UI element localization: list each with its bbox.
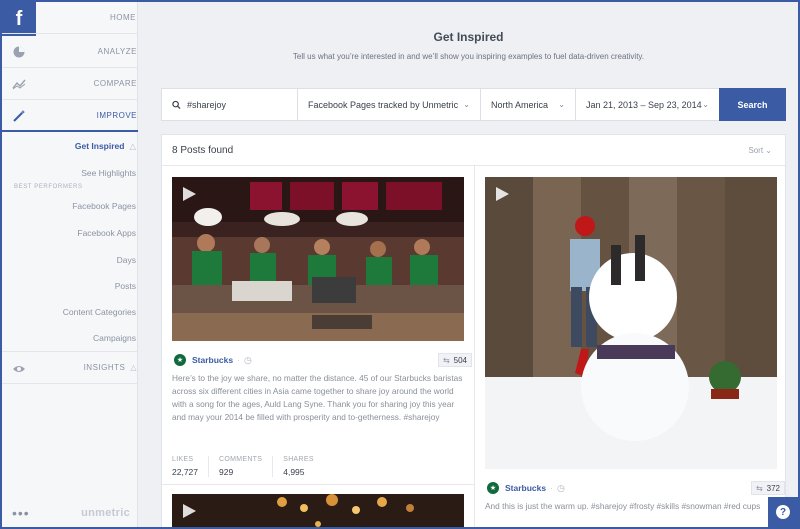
post-divider xyxy=(162,484,474,485)
snowman-image xyxy=(485,177,777,469)
sidebar: f HOME ANALYZE COMPARE IMPROVE Get Inspi… xyxy=(2,2,138,527)
play-icon[interactable] xyxy=(180,185,198,203)
stat-shares: SHARES 4,995 xyxy=(283,456,324,477)
shares-badge: ⇆ 504 xyxy=(437,353,472,367)
stat-label: COMMENTS xyxy=(219,456,263,463)
stat-value: 4,995 xyxy=(283,467,305,477)
search-icon xyxy=(172,100,181,109)
share-arrows-icon: ⇆ xyxy=(755,483,763,493)
chevron-down-icon: ⌄ xyxy=(702,100,709,109)
stat-likes: LIKES 22,727 xyxy=(172,456,209,477)
stat-value: 929 xyxy=(219,467,234,477)
user-icon: △ xyxy=(130,363,137,372)
sidebar-item-get-inspired[interactable]: Get Inspired △ xyxy=(75,141,136,152)
magic-wand-icon xyxy=(13,110,26,122)
pie-chart-icon xyxy=(13,46,25,58)
stat-value: 22,727 xyxy=(172,467,198,477)
more-menu-icon[interactable]: ••• xyxy=(12,505,30,521)
nav-improve-label: IMPROVE xyxy=(96,110,137,120)
results-panel: 8 Posts found Sort ⌄ ★ Starbucks · ◷ ⇆ 5… xyxy=(161,134,786,527)
clock-icon: ◷ xyxy=(243,354,252,365)
sort-label: Sort xyxy=(748,145,764,155)
search-input[interactable] xyxy=(187,99,287,110)
nav-home[interactable]: HOME xyxy=(2,2,138,34)
shares-badge-count: 504 xyxy=(453,355,467,365)
share-arrows-icon: ⇆ xyxy=(442,355,450,365)
chevron-down-icon: ⌄ xyxy=(765,145,772,155)
nav-analyze[interactable]: ANALYZE xyxy=(2,36,138,68)
chevron-down-icon: ⌄ xyxy=(558,100,565,109)
post-video-thumbnail[interactable] xyxy=(172,177,464,341)
sort-dropdown[interactable]: Sort ⌄ xyxy=(748,146,772,155)
shares-badge: ⇆ 372 xyxy=(750,481,785,495)
sidebar-item-content-categories[interactable]: Content Categories xyxy=(63,307,136,317)
sidebar-item-see-highlights[interactable]: See Highlights xyxy=(81,168,136,178)
date-range-dropdown[interactable]: Jan 21, 2013 – Sep 23, 2014 ⌄ xyxy=(576,89,720,120)
pages-filter-value: Facebook Pages tracked by Unmetric xyxy=(308,99,459,110)
chevron-down-icon: ⌄ xyxy=(463,100,470,109)
sidebar-item-campaigns[interactable]: Campaigns xyxy=(93,333,136,343)
shares-badge-count: 372 xyxy=(766,483,780,493)
sidebar-item-facebook-apps[interactable]: Facebook Apps xyxy=(77,228,136,238)
stat-comments: COMMENTS 929 xyxy=(219,456,274,477)
separator-dot: · xyxy=(237,355,240,365)
post-text: Here’s to the joy we share, no matter th… xyxy=(172,373,463,422)
results-header: 8 Posts found Sort ⌄ xyxy=(162,135,785,166)
post-text: And this is just the warm up. #sharejoy … xyxy=(485,501,761,511)
starbucks-avatar[interactable]: ★ xyxy=(487,482,499,494)
post-video-thumbnail[interactable] xyxy=(172,494,464,527)
post-author: ★ Starbucks · ◷ xyxy=(174,354,252,366)
starbucks-avatar[interactable]: ★ xyxy=(174,354,186,366)
sidebar-item-facebook-pages[interactable]: Facebook Pages xyxy=(72,201,136,211)
pages-filter-dropdown[interactable]: Facebook Pages tracked by Unmetric ⌄ xyxy=(298,89,481,120)
line-chart-icon xyxy=(12,79,26,90)
post-video-thumbnail[interactable] xyxy=(485,177,777,469)
nav-analyze-label: ANALYZE xyxy=(97,47,137,56)
page-subtitle: Tell us what you’re interested in and we… xyxy=(292,52,645,61)
stat-label: SHARES xyxy=(283,456,314,463)
play-icon[interactable] xyxy=(493,185,511,203)
search-button[interactable]: Search xyxy=(719,88,786,121)
app-frame: f HOME ANALYZE COMPARE IMPROVE Get Inspi… xyxy=(2,2,798,527)
get-inspired-label: Get Inspired xyxy=(74,141,125,151)
bokeh-lights-image xyxy=(172,494,464,527)
region-value: North America xyxy=(491,99,549,110)
sidebar-item-posts[interactable]: Posts xyxy=(115,281,136,291)
author-name[interactable]: Starbucks xyxy=(192,355,233,365)
nav-compare[interactable]: COMPARE xyxy=(2,68,138,100)
nav-home-label: HOME xyxy=(110,13,136,22)
starbucks-baristas-image xyxy=(172,177,464,341)
search-bar: Facebook Pages tracked by Unmetric ⌄ Nor… xyxy=(161,88,786,121)
main-content: Get Inspired Tell us what you’re interes… xyxy=(139,2,798,527)
nav-insights-label: INSIGHTS xyxy=(83,363,126,372)
post-stats: LIKES 22,727 COMMENTS 929 SHARES 4,995 xyxy=(172,456,334,477)
separator-dot: · xyxy=(550,483,553,493)
region-dropdown[interactable]: North America ⌄ xyxy=(481,89,576,120)
date-range-value: Jan 21, 2013 – Sep 23, 2014 xyxy=(586,99,702,110)
nav-compare-label: COMPARE xyxy=(93,79,137,88)
stat-label: LIKES xyxy=(172,456,194,463)
page-title: Get Inspired xyxy=(433,30,504,44)
post-author: ★ Starbucks · ◷ xyxy=(487,482,565,494)
author-name[interactable]: Starbucks xyxy=(505,483,546,493)
search-field[interactable] xyxy=(162,89,298,120)
post-card: ★ Starbucks · ◷ ⇆ 504 Here’s to the joy … xyxy=(162,166,474,527)
play-icon[interactable] xyxy=(180,502,198,520)
nav-insights[interactable]: INSIGHTS △ xyxy=(2,351,138,384)
user-icon: △ xyxy=(129,141,136,151)
sidebar-footer: ••• unmetric xyxy=(2,499,138,527)
clock-icon: ◷ xyxy=(556,482,565,493)
help-button[interactable]: ? xyxy=(768,497,798,527)
unmetric-logo: unmetric xyxy=(81,507,130,519)
eye-icon xyxy=(13,366,25,372)
post-card: ★ Starbucks · ◷ ⇆ 372 And this is just t… xyxy=(475,166,787,527)
help-icon: ? xyxy=(776,505,790,519)
posts-found-count: 8 Posts found xyxy=(172,144,234,156)
best-performers-heading: BEST PERFORMERS xyxy=(14,184,83,190)
sidebar-item-days[interactable]: Days xyxy=(117,255,136,265)
nav-improve[interactable]: IMPROVE xyxy=(2,100,138,132)
